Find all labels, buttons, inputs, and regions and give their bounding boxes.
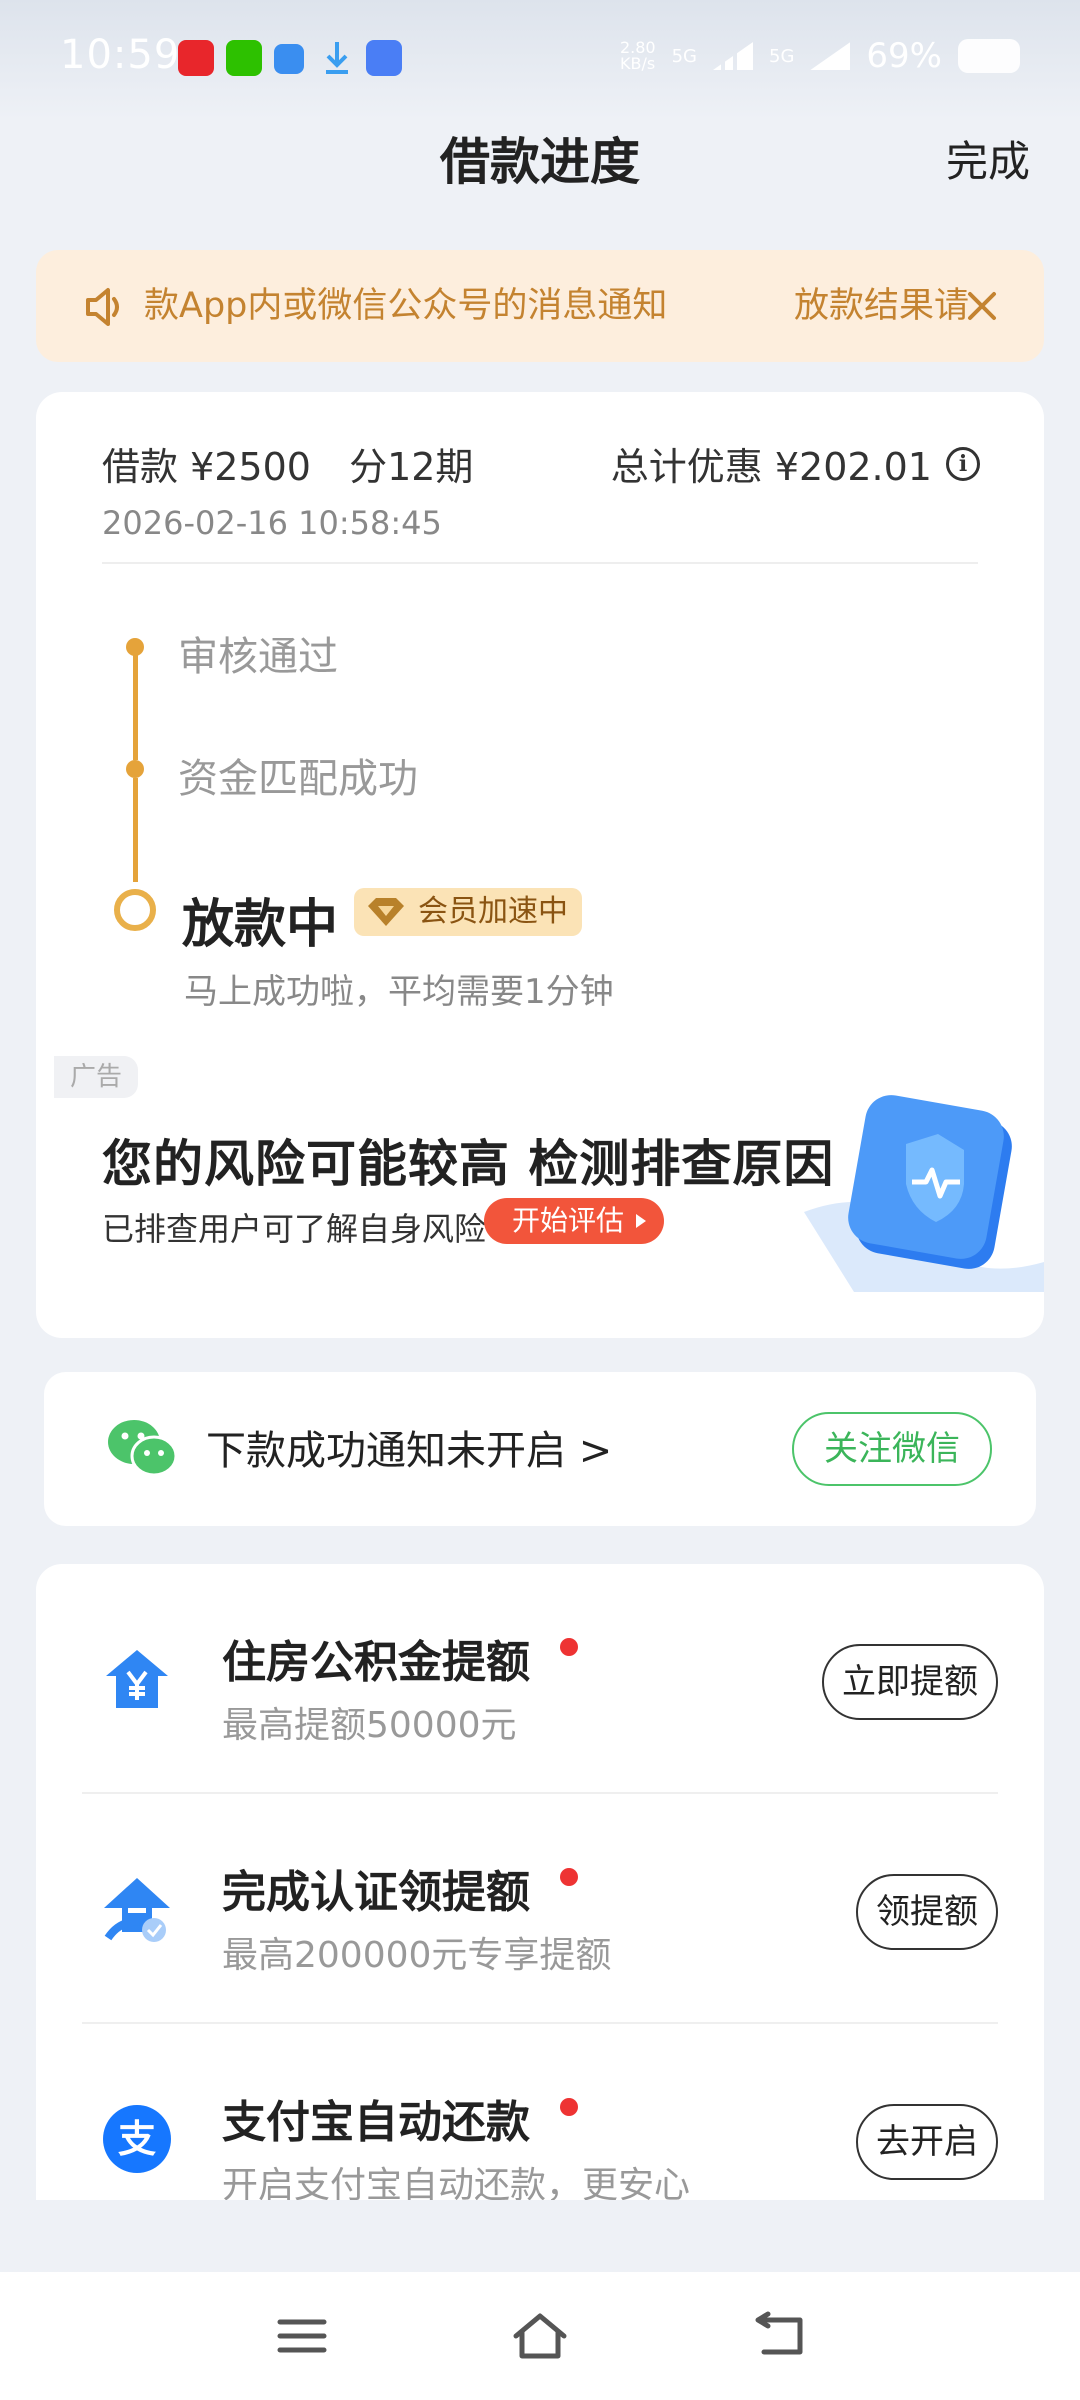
loan-progress-card: 借款 ¥2500 分12期 总计优惠 ¥202.01 i 2026-02-16 … — [36, 392, 1044, 1338]
loan-periods: 分12期 — [349, 445, 474, 489]
new-dot — [560, 1638, 578, 1656]
wechat-notify-card[interactable]: 下款成功通知未开启 > 关注微信 — [44, 1372, 1036, 1526]
divider — [102, 562, 978, 564]
saving-text: 总计优惠 ¥202.01 — [610, 445, 932, 489]
loan-summary: 借款 ¥2500 分12期 — [102, 436, 473, 491]
step-label-matched: 资金匹配成功 — [178, 756, 418, 802]
notice-bar: 款App内或微信公众号的消息通知 放款结果请 — [36, 250, 1044, 362]
network-speed: 2.80 KB/s — [619, 38, 656, 73]
navigation-bar — [0, 2272, 1080, 2400]
close-icon[interactable] — [962, 286, 1002, 326]
download-icon — [322, 38, 352, 78]
signal-icon-2 — [810, 42, 851, 70]
home-icon[interactable] — [510, 2310, 570, 2362]
notice-text-2: 放款结果请 — [794, 286, 970, 326]
current-step-label: 放款中 — [182, 895, 339, 955]
wechat-icon — [226, 40, 262, 76]
ad-title[interactable]: 您的风险可能较高 检测排查原因 — [102, 1124, 834, 1196]
step-line-1 — [133, 654, 138, 760]
current-step-sub: 马上成功啦，平均需要1分钟 — [184, 972, 614, 1012]
new-dot — [560, 1868, 578, 1886]
list-item-subtitle: 最高200000元专享提额 — [222, 1935, 612, 1976]
back-icon[interactable] — [750, 2310, 810, 2362]
enable-alipay-button[interactable]: 去开启 — [856, 2104, 998, 2180]
follow-wechat-button[interactable]: 关注微信 — [792, 1412, 992, 1486]
boost-now-button[interactable]: 立即提额 — [822, 1644, 998, 1720]
credit-boost-list: 住房公积金提额 最高提额50000元 立即提额 完成认证领提额 最高200000… — [36, 1564, 1044, 2200]
list-item-title: 支付宝自动还款 — [222, 2097, 530, 2148]
list-item-housing-fund[interactable]: 住房公积金提额 最高提额50000元 立即提额 — [36, 1564, 1044, 1794]
total-saving: 总计优惠 ¥202.01 i — [611, 436, 980, 491]
step-line-2 — [133, 778, 138, 882]
step-label-approved: 审核通过 — [178, 634, 338, 680]
vip-badge-text: 会员加速中 — [418, 894, 568, 929]
svg-text:支: 支 — [118, 2117, 156, 2161]
list-item-verify[interactable]: 完成认证领提额 最高200000元专享提额 领提额 — [36, 1794, 1044, 2024]
app-icon-blue — [274, 44, 304, 74]
loan-amount: 借款 ¥2500 — [102, 445, 311, 489]
menu-icon[interactable] — [272, 2310, 332, 2362]
shield-check-illustration — [804, 1095, 1044, 1292]
signal-icon — [713, 42, 754, 70]
battery-icon — [958, 39, 1020, 73]
start-assessment-button[interactable]: 开始评估 — [484, 1198, 665, 1244]
list-item-subtitle: 开启支付宝自动还款，更安心 — [222, 2165, 691, 2200]
list-item-title: 完成认证领提额 — [222, 1867, 530, 1918]
list-item-alipay[interactable]: 支 支付宝自动还款 开启支付宝自动还款，更安心 去开启 — [36, 2024, 1044, 2200]
battery-percent: 69% — [866, 36, 942, 76]
loan-datetime: 2026-02-16 10:58:45 — [102, 504, 442, 542]
house-yuan-icon — [106, 1650, 168, 1708]
status-bar: 10:59 2.80 KB/s 5G 5G 69% — [0, 0, 1080, 120]
signal-5g-2: 5G — [769, 45, 795, 67]
signal-5g-1: 5G — [671, 45, 698, 67]
arrow-right-icon — [636, 1214, 647, 1228]
speaker-icon — [86, 288, 119, 326]
verify-arrow-icon — [104, 1878, 170, 1942]
app-icon-note — [366, 40, 402, 76]
status-right: 2.80 KB/s 5G 5G 69% — [620, 36, 1020, 76]
notice-text: 款App内或微信公众号的消息通知 — [144, 286, 668, 326]
new-dot — [560, 2098, 578, 2116]
start-assessment-label: 开始评估 — [512, 1204, 625, 1237]
alipay-icon: 支 — [103, 2105, 171, 2173]
ad-tag: 广告 — [54, 1056, 139, 1098]
done-button[interactable]: 完成 — [946, 128, 1030, 189]
ad-subtitle: 已排查用户可了解自身风险 — [102, 1210, 487, 1248]
step-dot-2 — [126, 760, 144, 778]
list-item-subtitle: 最高提额50000元 — [222, 1705, 517, 1746]
wechat-notify-text[interactable]: 下款成功通知未开启 > — [206, 1418, 612, 1476]
vip-badge: 会员加速中 — [354, 888, 582, 936]
info-icon[interactable]: i — [946, 446, 980, 481]
wechat-icon — [108, 1420, 178, 1477]
status-time: 10:59 — [60, 32, 181, 78]
get-boost-button[interactable]: 领提额 — [856, 1874, 998, 1950]
page-title: 借款进度 — [440, 133, 640, 191]
list-item-title: 住房公积金提额 — [222, 1637, 530, 1688]
app-icon-haofenqi — [178, 40, 214, 76]
diamond-icon — [368, 898, 404, 926]
current-step-ring — [114, 889, 156, 931]
